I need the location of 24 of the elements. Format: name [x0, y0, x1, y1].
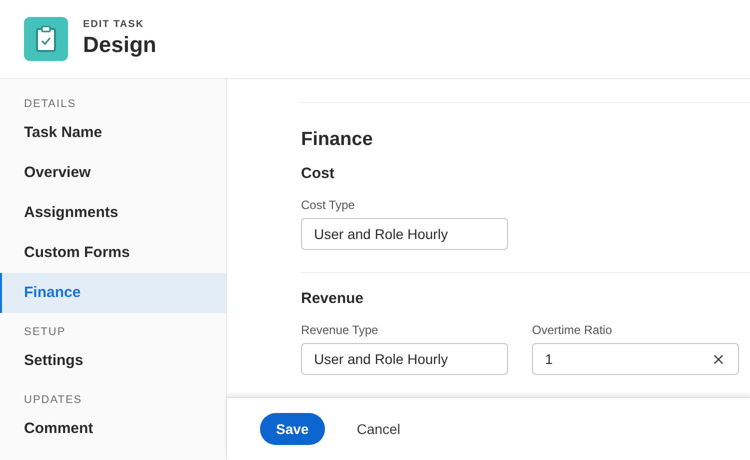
sidebar-item[interactable]: Assignments: [0, 193, 226, 233]
field-label: Revenue Type: [301, 323, 380, 338]
field-label: Overtime Ratio: [532, 323, 614, 338]
sidebar-item[interactable]: Settings: [0, 341, 226, 381]
group-title: Cost: [301, 164, 336, 184]
input-field[interactable]: User and Role Hourly: [301, 343, 508, 375]
field-label: Cost Type: [301, 198, 356, 213]
clipboard-icon: [24, 17, 68, 61]
save-button[interactable]: Save: [260, 413, 325, 445]
sidebar-item[interactable]: Task Name: [0, 113, 226, 153]
section-heading: SETUP: [23, 325, 67, 339]
header-overline: EDIT TASK: [83, 19, 146, 31]
group-title: Revenue: [301, 289, 365, 309]
sidebar-item[interactable]: Overview: [0, 153, 226, 193]
sidebar-item[interactable]: Comment: [0, 409, 226, 449]
task-title: Design: [83, 31, 156, 59]
sidebar-item[interactable]: Custom Forms: [0, 233, 226, 273]
sidebar-item[interactable]: Finance: [0, 273, 226, 313]
input-field[interactable]: User and Role Hourly: [301, 218, 508, 250]
section-heading: DETAILS: [23, 97, 78, 111]
input-field[interactable]: 1: [532, 343, 739, 375]
section-title: Finance: [301, 128, 374, 152]
cancel-button[interactable]: Cancel: [356, 413, 400, 445]
section-heading: UPDATES: [23, 393, 84, 407]
